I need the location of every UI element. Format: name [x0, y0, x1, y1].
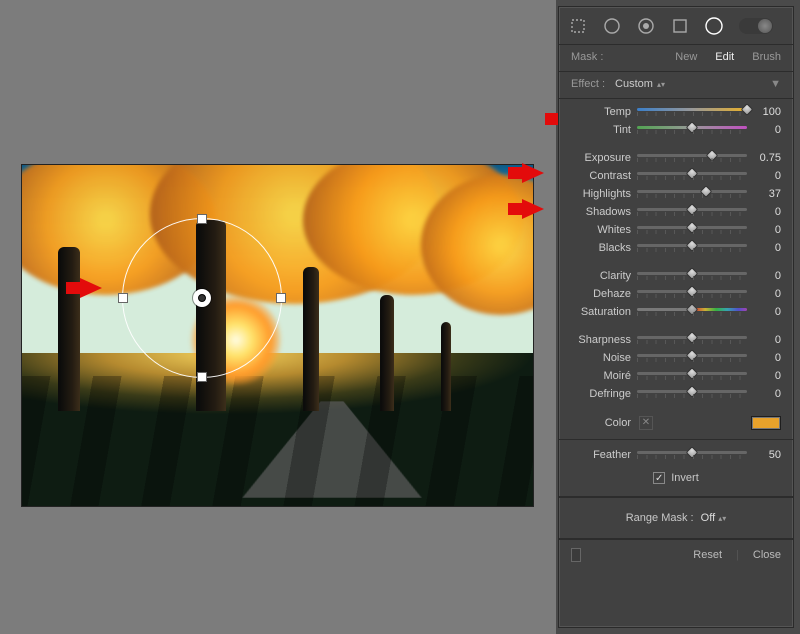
shadows-slider[interactable]: Shadows0 — [571, 203, 781, 221]
effect-label: Effect : — [571, 78, 605, 90]
defringe-slider[interactable]: Defringe0 — [571, 385, 781, 403]
annotation-arrow — [522, 163, 544, 183]
radial-filter-icon[interactable] — [701, 13, 727, 39]
adjustment-brush-toggle[interactable] — [739, 18, 773, 34]
mask-mode-tabs: Mask : New Edit Brush — [571, 51, 781, 63]
redeye-icon[interactable] — [633, 13, 659, 39]
close-button[interactable]: Close — [753, 549, 781, 561]
range-mask-label: Range Mask : — [626, 512, 694, 524]
before-after-icon[interactable] — [571, 548, 581, 562]
radial-filter-mask[interactable] — [122, 218, 282, 378]
whites-slider[interactable]: Whites0 — [571, 221, 781, 239]
contrast-slider[interactable]: Contrast0 — [571, 167, 781, 185]
panel-disclosure-icon[interactable]: ▼ — [770, 78, 781, 90]
feather-slider[interactable]: Feather 50 — [571, 446, 781, 464]
exposure-slider[interactable]: Exposure0.75 — [571, 149, 781, 167]
annotation-arrow — [80, 278, 102, 298]
tab-edit[interactable]: Edit — [715, 51, 734, 63]
sharpness-slider[interactable]: Sharpness0 — [571, 331, 781, 349]
reset-button[interactable]: Reset — [693, 549, 722, 561]
local-adjustment-tools — [559, 7, 793, 45]
graduated-filter-icon[interactable] — [667, 13, 693, 39]
tint-slider[interactable]: Tint0 — [571, 121, 781, 139]
slider-group: Temp100Tint0 Exposure0.75Contrast0Highlig… — [559, 99, 793, 439]
invert-checkbox[interactable]: ✓ — [653, 472, 665, 484]
dehaze-slider[interactable]: Dehaze0 — [571, 285, 781, 303]
spot-removal-icon[interactable] — [599, 13, 625, 39]
blacks-slider[interactable]: Blacks0 — [571, 239, 781, 257]
canvas-area — [0, 0, 556, 634]
clarity-slider[interactable]: Clarity0 — [571, 267, 781, 285]
noise-slider[interactable]: Noise0 — [571, 349, 781, 367]
effect-preset-dropdown[interactable]: Custom▴▾ — [615, 78, 665, 90]
color-label: Color — [571, 417, 631, 429]
moire-slider[interactable]: Moiré0 — [571, 367, 781, 385]
mask-label: Mask : — [571, 51, 603, 63]
crop-tool-icon[interactable] — [565, 13, 591, 39]
annotation-arrow — [522, 199, 544, 219]
invert-label: Invert — [671, 472, 699, 484]
color-clear-button[interactable]: ✕ — [639, 416, 653, 430]
highlights-slider[interactable]: Highlights37 — [571, 185, 781, 203]
tab-new[interactable]: New — [675, 51, 697, 63]
color-swatch[interactable] — [751, 416, 781, 430]
tab-brush[interactable]: Brush — [752, 51, 781, 63]
range-mask-dropdown[interactable]: Off ▴▾ — [701, 512, 727, 524]
photo-preview[interactable] — [22, 165, 533, 506]
adjustments-panel: Mask : New Edit Brush Effect : Custom▴▾ … — [558, 6, 794, 628]
saturation-slider[interactable]: Saturation0 — [571, 303, 781, 321]
mask-center-pin[interactable] — [193, 289, 211, 307]
temp-slider[interactable]: Temp100 — [571, 103, 781, 121]
panel-footer: Reset | Close — [559, 540, 793, 570]
